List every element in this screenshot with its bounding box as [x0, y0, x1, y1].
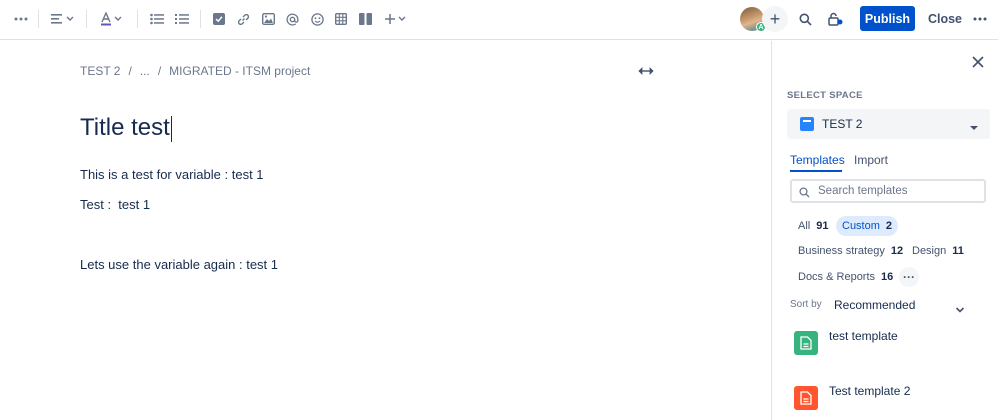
sort-by-label: Sort by — [790, 299, 822, 310]
paragraph[interactable]: Lets use the variable again : test 1 — [80, 257, 278, 272]
space-icon — [800, 117, 814, 131]
breadcrumb-separator: / — [157, 64, 162, 78]
active-tab-indicator — [790, 170, 842, 172]
bullet-list-icon[interactable] — [149, 8, 165, 30]
emoji-icon[interactable] — [310, 8, 324, 30]
toolbar-divider — [137, 10, 138, 28]
search-icon — [799, 185, 810, 203]
chip-count: 12 — [890, 245, 904, 257]
chevron-down-icon[interactable] — [955, 301, 965, 319]
task-icon[interactable] — [212, 8, 226, 30]
close-button[interactable]: Close — [925, 6, 965, 31]
text-color-icon[interactable] — [99, 8, 125, 30]
more-filters-button[interactable]: ··· — [899, 267, 919, 287]
mention-icon[interactable] — [285, 8, 299, 30]
chip-label: Docs & Reports — [798, 271, 876, 283]
filter-chip-custom[interactable]: Custom 2 — [836, 216, 899, 236]
toolbar-divider — [38, 10, 39, 28]
breadcrumb-separator: / — [128, 64, 132, 78]
select-space-label: SELECT SPACE — [787, 90, 863, 101]
filter-chip-docs-reports[interactable]: Docs & Reports 16 — [792, 267, 899, 287]
chip-count: 2 — [885, 220, 893, 232]
toolbar-divider — [86, 10, 87, 28]
expand-width-icon[interactable] — [638, 64, 654, 78]
filter-chip-business-strategy[interactable]: Business strategy 12 — [792, 241, 909, 261]
more-actions-icon[interactable] — [970, 8, 990, 30]
chip-label: Business strategy — [798, 245, 885, 257]
publish-button[interactable]: Publish — [860, 6, 915, 31]
sort-by-select[interactable]: Recommended — [834, 298, 915, 312]
template-item-name[interactable]: Test template 2 — [829, 384, 910, 398]
chevron-down-icon — [969, 119, 979, 137]
search-templates[interactable] — [790, 179, 986, 203]
link-icon[interactable] — [236, 8, 250, 30]
search-templates-input[interactable] — [818, 183, 978, 199]
align-icon[interactable] — [50, 8, 76, 30]
space-select[interactable]: TEST 2 — [787, 109, 990, 139]
breadcrumb-ellipsis[interactable]: ... — [140, 64, 150, 78]
paragraph[interactable]: This is a test for variable : test 1 — [80, 167, 264, 182]
editor-toolbar: A + Publish Close — [0, 0, 998, 40]
invite-button[interactable]: + — [762, 6, 788, 32]
table-icon[interactable] — [334, 8, 348, 30]
unlock-icon[interactable] — [826, 8, 844, 30]
page-title-text: Title test — [80, 114, 170, 141]
search-icon[interactable] — [797, 8, 813, 30]
chip-label: All — [798, 220, 811, 232]
page-template-icon — [794, 386, 818, 410]
breadcrumb-parent-page[interactable]: MIGRATED - ITSM project — [169, 64, 310, 78]
insert-icon[interactable] — [384, 8, 408, 30]
breadcrumb-space[interactable]: TEST 2 — [80, 64, 120, 78]
layout-icon[interactable] — [358, 8, 372, 30]
page-title[interactable]: Title test — [80, 114, 172, 142]
close-panel-icon[interactable] — [971, 55, 987, 71]
chip-label: Design — [912, 245, 947, 257]
numbered-list-icon[interactable] — [174, 8, 190, 30]
more-icon[interactable] — [12, 8, 30, 30]
tab-templates[interactable]: Templates — [790, 153, 845, 167]
templates-panel: SELECT SPACE TEST 2 Templates Import All… — [771, 41, 998, 420]
chip-count: 91 — [816, 220, 829, 232]
filter-chip-design[interactable]: Design 11 — [906, 241, 970, 261]
filter-chip-all[interactable]: All 91 — [792, 216, 834, 236]
toolbar-divider — [200, 10, 201, 28]
text-cursor — [170, 115, 172, 142]
breadcrumb: TEST 2 / ... / MIGRATED - ITSM project — [80, 64, 318, 78]
image-icon[interactable] — [261, 8, 275, 30]
page-template-icon — [794, 331, 818, 355]
chip-label: Custom — [842, 220, 880, 232]
paragraph[interactable]: Test : test 1 — [80, 197, 150, 212]
chip-count: 11 — [952, 245, 964, 257]
tab-import[interactable]: Import — [854, 153, 888, 167]
chip-count: 16 — [881, 271, 894, 283]
template-item-name[interactable]: test template — [829, 329, 898, 343]
space-select-value: TEST 2 — [822, 117, 863, 131]
